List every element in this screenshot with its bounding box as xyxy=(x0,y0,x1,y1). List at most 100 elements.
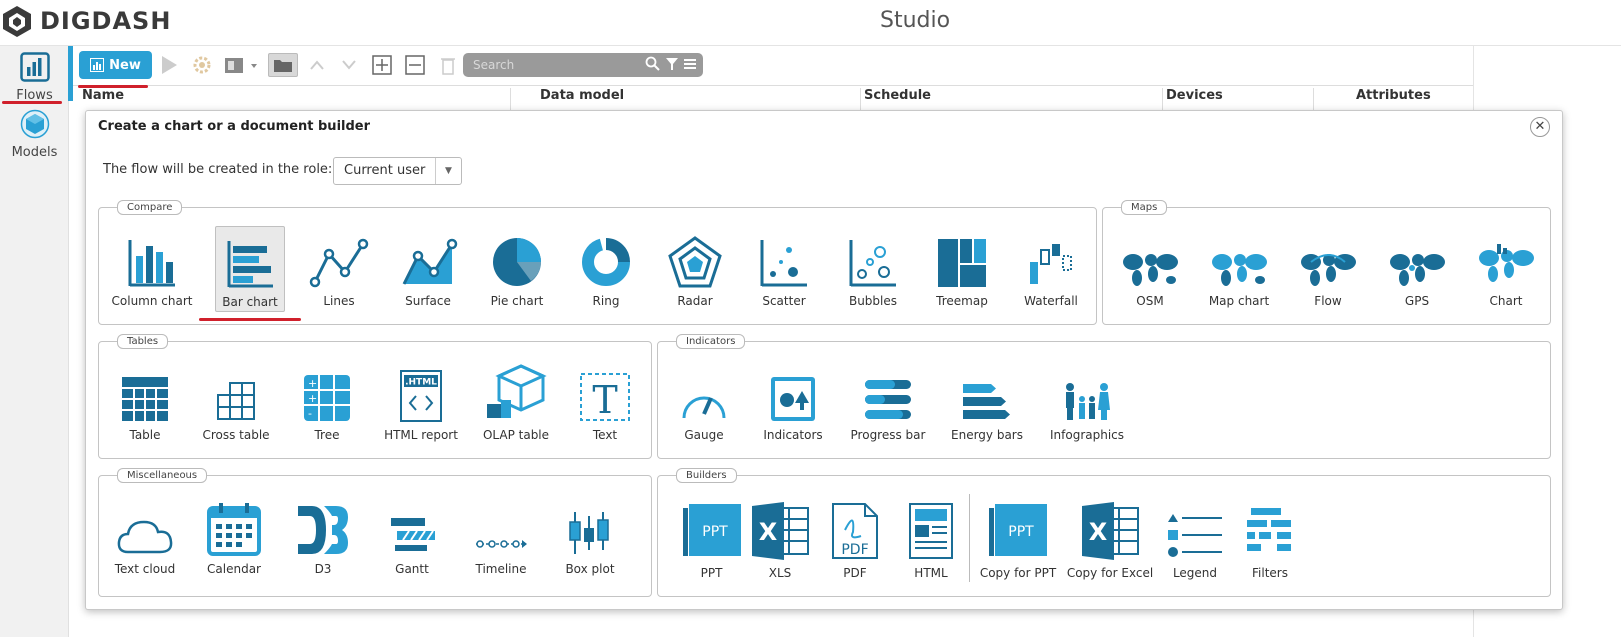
app-title: Studio xyxy=(880,8,951,33)
tile-label: Bubbles xyxy=(848,294,898,308)
tile-label: Bar chart xyxy=(222,295,278,309)
tile-olap-table[interactable]: OLAP table xyxy=(472,364,560,442)
tile-gauge[interactable]: Gauge xyxy=(660,364,748,442)
tile-energy-bars[interactable]: Energy bars xyxy=(941,364,1033,442)
cloud-icon xyxy=(117,520,173,554)
close-icon[interactable]: ✕ xyxy=(1530,117,1550,137)
tile-label: Cross table xyxy=(202,428,270,442)
folder-icon[interactable] xyxy=(268,53,298,77)
tile-html[interactable]: HTML xyxy=(887,498,975,580)
sidebar-item-models[interactable]: Models xyxy=(0,109,69,160)
tile-copy-for-ppt[interactable]: PPT Copy for PPT xyxy=(974,498,1062,580)
tile-indicators[interactable]: Indicators xyxy=(749,364,837,442)
role-select[interactable]: Current user ▼ xyxy=(333,157,462,185)
filter-icon[interactable] xyxy=(665,56,679,72)
move-down-icon[interactable] xyxy=(337,53,361,77)
group-miscellaneous: Miscellaneous Text cloud Calendar D3 Gan… xyxy=(98,468,652,597)
tile-d3[interactable]: D3 xyxy=(279,498,367,576)
tile-label: Calendar xyxy=(207,562,261,576)
tile-label: Flow xyxy=(1314,294,1342,308)
tile-label: Timeline xyxy=(475,562,527,576)
expand-all-icon[interactable] xyxy=(370,53,394,77)
tile-text[interactable]: T Text xyxy=(561,364,649,442)
tile-copy-for-excel[interactable]: X Copy for Excel xyxy=(1066,498,1154,580)
new-button[interactable]: New xyxy=(79,51,152,79)
col-header-attributes[interactable]: Attributes xyxy=(1356,88,1431,110)
col-header-schedule[interactable]: Schedule xyxy=(864,88,931,110)
tile-osm[interactable]: OSM xyxy=(1106,230,1194,308)
group-indicators: Indicators Gauge Indicators Progress bar… xyxy=(657,334,1551,459)
tile-treemap[interactable]: Treemap xyxy=(918,230,1006,308)
tile-chart[interactable]: Chart xyxy=(1462,230,1550,308)
view-toggle-icon[interactable] xyxy=(224,53,258,77)
tile-box-plot[interactable]: Box plot xyxy=(546,498,634,576)
svg-text:+: + xyxy=(308,377,317,390)
tile-radar[interactable]: Radar xyxy=(651,230,739,308)
radar-icon xyxy=(668,236,722,288)
d3-logo-icon xyxy=(298,506,348,554)
tile-flow[interactable]: Flow xyxy=(1284,230,1372,308)
tile-label: Text cloud xyxy=(114,562,176,576)
trash-icon[interactable] xyxy=(436,53,460,77)
tile-calendar[interactable]: Calendar xyxy=(190,498,278,576)
tile-filters[interactable]: Filters xyxy=(1226,498,1314,580)
collapse-all-icon[interactable] xyxy=(403,53,427,77)
tile-timeline[interactable]: Timeline xyxy=(457,498,545,576)
tile-gps[interactable]: GPS xyxy=(1373,230,1461,308)
tile-cross-table[interactable]: Cross table xyxy=(192,364,280,442)
column-divider xyxy=(1313,88,1314,110)
treemap-icon xyxy=(938,239,986,287)
tile-waterfall[interactable]: Waterfall xyxy=(1007,230,1095,308)
play-icon[interactable] xyxy=(157,53,181,77)
col-header-data-model[interactable]: Data model xyxy=(540,88,624,110)
col-header-devices[interactable]: Devices xyxy=(1166,88,1223,110)
tile-lines[interactable]: Lines xyxy=(295,230,383,308)
indicators-icon xyxy=(771,377,815,421)
excel-icon-letter: X xyxy=(1089,518,1108,546)
col-header-name[interactable]: Name xyxy=(82,88,124,110)
chevron-down-icon: ▼ xyxy=(435,158,461,184)
progress-bar-icon xyxy=(865,380,911,419)
tile-tree[interactable]: + + - Tree xyxy=(283,364,371,442)
sidebar-item-label: Models xyxy=(11,145,58,160)
tile-table[interactable]: Table xyxy=(101,364,189,442)
flows-icon xyxy=(19,52,50,82)
tile-scatter[interactable]: Scatter xyxy=(740,230,828,308)
tile-map-chart[interactable]: Map chart xyxy=(1195,230,1283,308)
move-up-icon[interactable] xyxy=(305,53,329,77)
tile-pdf[interactable]: PDF PDF xyxy=(811,498,899,580)
tile-bar-chart[interactable]: Bar chart xyxy=(215,226,285,312)
tile-surface[interactable]: Surface xyxy=(384,230,472,308)
search-input[interactable]: Search xyxy=(463,53,703,77)
gear-icon[interactable] xyxy=(190,53,214,77)
scatter-icon xyxy=(760,240,807,287)
excel-icon-letter: X xyxy=(759,518,778,546)
tile-infographics[interactable]: Infographics xyxy=(1041,364,1133,442)
menu-icon[interactable] xyxy=(683,56,697,72)
tile-text-cloud[interactable]: Text cloud xyxy=(101,498,189,576)
search-icon[interactable] xyxy=(645,56,661,72)
tile-html-report[interactable]: .HTML HTML report xyxy=(377,364,465,442)
tile-label: Energy bars xyxy=(951,428,1023,442)
html-icon-text: .HTML xyxy=(405,378,437,388)
html-report-icon: .HTML xyxy=(400,370,442,422)
create-chart-dialog: Create a chart or a document builder ✕ T… xyxy=(85,110,1563,610)
tile-gantt[interactable]: Gantt xyxy=(368,498,456,576)
tile-label: OSM xyxy=(1136,294,1164,308)
tile-column-chart[interactable]: Column chart xyxy=(108,230,196,308)
tile-label: Gantt xyxy=(395,562,429,576)
column-divider xyxy=(510,88,511,110)
tile-label: Tree xyxy=(314,428,340,442)
tile-label: Gauge xyxy=(684,428,724,442)
tile-ring[interactable]: Ring xyxy=(562,230,650,308)
svg-text:-: - xyxy=(308,407,312,420)
tile-label: Surface xyxy=(405,294,451,308)
group-title: Indicators xyxy=(676,334,746,349)
tile-bubbles[interactable]: Bubbles xyxy=(829,230,917,308)
tile-label: PDF xyxy=(843,566,867,580)
sidebar-item-flows[interactable]: Flows xyxy=(0,52,69,103)
tile-progress-bar[interactable]: Progress bar xyxy=(838,364,938,442)
column-divider xyxy=(1162,88,1163,110)
tile-pie-chart[interactable]: Pie chart xyxy=(473,230,561,308)
world-map-icon xyxy=(1301,254,1356,286)
